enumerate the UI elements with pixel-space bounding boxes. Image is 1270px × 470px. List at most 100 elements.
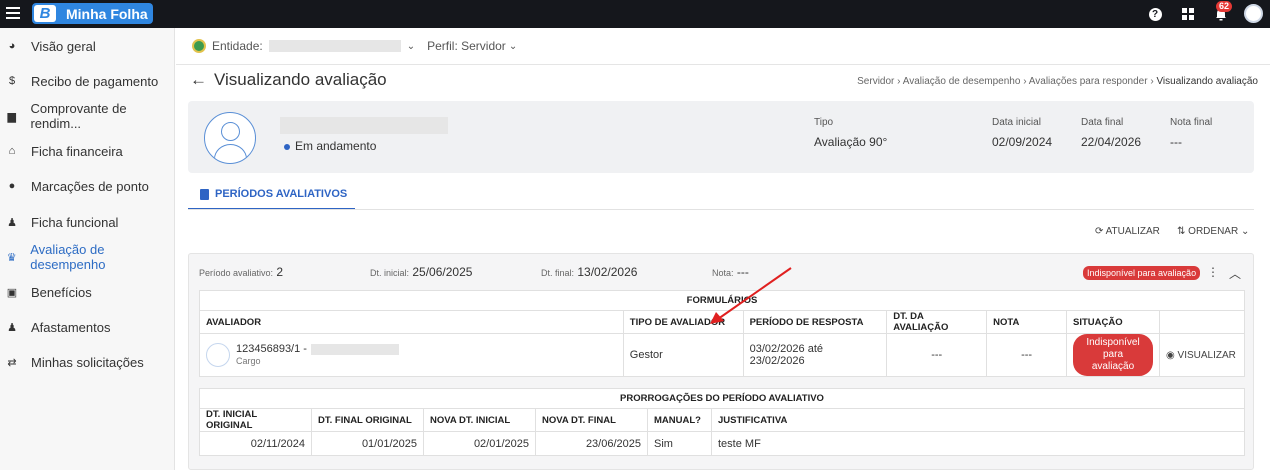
- clock-icon: ●: [8, 180, 16, 192]
- sidebar-item-label: Benefícios: [31, 284, 92, 300]
- sort-icon: ⇅: [1177, 226, 1186, 237]
- column-header: DT. INICIAL ORIGINAL: [199, 408, 312, 432]
- app-name: Minha Folha: [66, 5, 148, 22]
- sidebar-item-label: Recibo de pagamento: [31, 73, 159, 89]
- dollar-icon: $: [8, 75, 16, 87]
- sidebar-item-ficha-funcional[interactable]: ♟ Ficha funcional: [0, 205, 175, 239]
- sidebar-item-label: Afastamentos: [31, 319, 111, 335]
- table-cell: 02/11/2024: [199, 431, 312, 456]
- trophy-icon: ♛: [6, 251, 17, 264]
- view-button[interactable]: ◉ VISUALIZAR: [1166, 350, 1236, 361]
- sidebar-item-recibo[interactable]: $ Recibo de pagamento: [0, 64, 175, 98]
- profile-card: Em andamento Tipo Avaliação 90° Data ini…: [188, 101, 1254, 173]
- column-header: NOVA DT. INICIAL: [423, 408, 536, 432]
- chevron-down-icon: ⌄: [1238, 226, 1250, 237]
- column-header: DT. FINAL ORIGINAL: [311, 408, 424, 432]
- eye-icon: ◉: [1166, 350, 1175, 361]
- refresh-icon: ⟳: [1095, 226, 1104, 237]
- data-final-label: Data final: [1081, 117, 1124, 128]
- dt-final-field: Dt. final: 13/02/2026: [541, 265, 638, 279]
- tab-label: PERÍODOS AVALIATIVOS: [215, 188, 348, 200]
- situacao-badge: Indisponível para avaliação: [1073, 334, 1154, 376]
- tipo-cell: Gestor: [622, 333, 744, 377]
- breadcrumb: Servidor › Avaliação de desempenho › Ava…: [857, 76, 1258, 87]
- refresh-button[interactable]: ⟳ ATUALIZAR: [1095, 226, 1160, 237]
- sort-button[interactable]: ⇅ ORDENAR ⌄: [1177, 226, 1249, 237]
- divider: [188, 209, 1254, 210]
- evaluator-cell: 123456893/1 - Cargo: [199, 333, 624, 377]
- column-header: MANUAL?: [647, 408, 712, 432]
- sidebar-item-comprovante[interactable]: ▆ Comprovante de rendim...: [0, 99, 175, 133]
- back-arrow-icon[interactable]: ←: [190, 70, 207, 90]
- entity-label: Entidade:: [212, 39, 263, 53]
- sidebar-item-marcacoes[interactable]: ● Marcações de ponto: [0, 169, 175, 203]
- table-cell: Sim: [647, 431, 712, 456]
- sidebar: ◕ Visão geral $ Recibo de pagamento ▆ Compr…: [0, 28, 175, 470]
- chevron-down-icon[interactable]: ⌄: [509, 41, 517, 52]
- sidebar-item-label: Minhas solicitações: [31, 354, 144, 370]
- status-dot-icon: [284, 144, 290, 150]
- column-header: NOTA: [986, 310, 1068, 334]
- gift-icon: ▣: [6, 286, 18, 299]
- sidebar-item-avaliacao[interactable]: ♛ Avaliação de desempenho: [0, 240, 175, 274]
- tipo-label: Tipo: [814, 117, 834, 128]
- data-final-value: 22/04/2026: [1081, 135, 1142, 149]
- breadcrumb-item[interactable]: Avaliação de desempenho: [903, 76, 1021, 87]
- breadcrumb-item[interactable]: Avaliações para responder: [1029, 76, 1148, 87]
- data-inicial-label: Data inicial: [992, 117, 1041, 128]
- column-header: NOVA DT. FINAL: [535, 408, 648, 432]
- document-icon: ▆: [7, 110, 16, 123]
- table-cell: teste MF: [711, 431, 1245, 456]
- swap-icon: ⇄: [7, 356, 17, 369]
- user-x-icon: ♟: [7, 321, 17, 334]
- action-cell: ◉ VISUALIZAR: [1159, 333, 1245, 377]
- page-title: Visualizando avaliação: [214, 70, 387, 89]
- sidebar-item-afastamentos[interactable]: ♟ Afastamentos: [0, 310, 175, 344]
- status-text: Em andamento: [295, 139, 377, 153]
- column-header: DT. DA AVALIAÇÃO: [886, 310, 988, 334]
- breadcrumb-item[interactable]: Servidor: [857, 76, 894, 87]
- sidebar-item-visao-geral[interactable]: ◕ Visão geral: [0, 29, 175, 63]
- profile-select[interactable]: Perfil: Servidor: [427, 39, 506, 53]
- apps-icon[interactable]: [1179, 5, 1197, 23]
- column-header: AVALIADOR: [199, 310, 624, 334]
- column-header: JUSTIFICATIVA: [711, 408, 1245, 432]
- column-header: SITUAÇÃO: [1066, 310, 1161, 334]
- sidebar-item-solicitacoes[interactable]: ⇄ Minhas solicitações: [0, 345, 175, 379]
- sidebar-item-label: Avaliação de desempenho: [30, 242, 106, 272]
- brand-mark: B: [34, 5, 56, 22]
- evaluator-id: 123456893/1 -: [236, 343, 307, 355]
- table-row: 02/11/2024 01/01/2025 02/01/2025 23/06/2…: [199, 431, 1245, 456]
- sidebar-item-beneficios[interactable]: ▣ Benefícios: [0, 275, 175, 309]
- menu-icon[interactable]: [6, 7, 20, 21]
- tipo-value: Avaliação 90°: [814, 135, 888, 149]
- entity-emblem-icon: [192, 39, 206, 53]
- more-vertical-icon[interactable]: ⋮: [1207, 265, 1219, 279]
- chevron-down-icon[interactable]: ⌄: [407, 41, 415, 52]
- tab-periodos-avaliativos[interactable]: PERÍODOS AVALIATIVOS: [188, 180, 355, 210]
- employee-name-redacted: [280, 117, 448, 134]
- status-badge: Indisponível para avaliação: [1083, 266, 1201, 280]
- entity-select[interactable]: [268, 40, 401, 52]
- situacao-cell: Indisponível para avaliação: [1066, 333, 1161, 377]
- chevron-up-icon[interactable]: ︿: [1229, 265, 1241, 282]
- brand-logo[interactable]: B Minha Folha: [32, 3, 153, 24]
- top-bar: B Minha Folha ? 62: [0, 0, 1270, 28]
- breadcrumb-current: Visualizando avaliação: [1156, 76, 1258, 87]
- context-bar: Entidade: ⌄ Perfil: Servidor ⌄: [192, 37, 517, 55]
- avatar: [204, 112, 256, 164]
- sidebar-item-label: Visão geral: [31, 38, 96, 54]
- sidebar-item-label: Comprovante de rendim...: [30, 101, 127, 131]
- user-icon: ♟: [7, 216, 17, 229]
- avatar: [206, 343, 230, 367]
- user-avatar[interactable]: [1244, 4, 1263, 23]
- sidebar-item-label: Ficha funcional: [31, 214, 119, 230]
- data-inicial-value: 02/09/2024: [992, 135, 1053, 149]
- sidebar-item-ficha-financeira[interactable]: ⌂ Ficha financeira: [0, 134, 175, 168]
- evaluator-role: Cargo: [236, 356, 261, 366]
- help-icon[interactable]: ?: [1146, 5, 1164, 23]
- nota-cell: ---: [986, 333, 1068, 377]
- sidebar-item-label: Marcações de ponto: [31, 178, 149, 194]
- table-cell: 02/01/2025: [423, 431, 536, 456]
- dt-avaliacao-cell: ---: [886, 333, 988, 377]
